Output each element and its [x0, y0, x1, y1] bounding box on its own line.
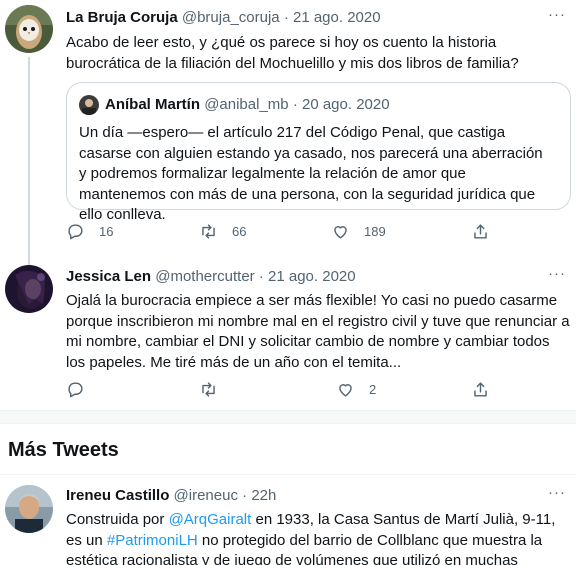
separator-dot: · [242, 487, 248, 504]
separator-dot: · [258, 268, 264, 285]
tweet-text: Acabo de leer esto, y ¿qué os parece si … [66, 34, 519, 72]
tweet[interactable]: Jessica Len @mothercutter · 21 ago. 2020… [0, 258, 576, 410]
reply-button[interactable] [66, 380, 99, 399]
more-options-icon[interactable]: ··· [548, 484, 566, 501]
thread-line [28, 57, 30, 267]
separator-dot: · [292, 96, 298, 113]
tweet-date[interactable]: 22h [251, 487, 276, 504]
reply-button[interactable]: 16 [66, 222, 113, 241]
like-button[interactable]: 189 [331, 222, 386, 241]
share-button[interactable] [471, 222, 490, 241]
author-name[interactable]: Ireneu Castillo [66, 487, 169, 504]
heart-icon [334, 226, 347, 239]
reply-icon [68, 382, 83, 398]
tweet-text: Ojalá la burocracia empiece a ser más fl… [66, 292, 570, 371]
share-button[interactable] [471, 380, 490, 399]
quoted-text: Un día —espero— el artículo 217 del Códi… [79, 124, 543, 223]
tweet-header: Jessica Len @mothercutter · 21 ago. 2020 [66, 267, 356, 287]
like-button[interactable]: 2 [336, 380, 376, 399]
tweet[interactable]: La Bruja Coruja @bruja_coruja · 21 ago. … [0, 0, 576, 267]
more-options-icon[interactable]: ··· [548, 6, 566, 23]
author-name[interactable]: Jessica Len [66, 268, 151, 285]
retweet-icon [202, 224, 215, 239]
retweet-button[interactable]: 66 [199, 222, 246, 241]
quoted-author-name: Aníbal Martín [105, 96, 201, 113]
tweet-actions: 16 66 189 [66, 222, 506, 244]
retweet-icon [202, 382, 215, 397]
share-icon [474, 224, 487, 239]
text-segment: Construida por [66, 511, 169, 528]
tweet-header: Ireneu Castillo @ireneuc · 22h [66, 486, 276, 506]
avatar[interactable] [5, 265, 53, 313]
mention-link[interactable]: @ArqGairalt [169, 511, 252, 528]
more-tweets-heading: Más Tweets [8, 439, 119, 461]
retweet-button[interactable] [199, 380, 232, 399]
quoted-avatar [79, 95, 99, 115]
reply-count: 16 [99, 224, 114, 239]
author-name[interactable]: La Bruja Coruja [66, 9, 178, 26]
more-options-icon[interactable]: ··· [548, 265, 566, 282]
heart-icon [339, 384, 352, 397]
tweet-header: La Bruja Coruja @bruja_coruja · 21 ago. … [66, 8, 381, 28]
quoted-header: Aníbal Martín @anibal_mb · 20 ago. 2020 [105, 95, 390, 115]
retweet-count: 66 [232, 224, 247, 239]
tweet-date[interactable]: 21 ago. 2020 [293, 9, 381, 26]
quoted-date: 20 ago. 2020 [301, 96, 390, 113]
tweet-date[interactable]: 21 ago. 2020 [268, 268, 356, 285]
reply-icon [68, 224, 83, 240]
quoted-author-handle: @anibal_mb [204, 96, 289, 113]
author-handle[interactable]: @bruja_coruja [182, 9, 280, 26]
like-count: 189 [364, 224, 386, 239]
quoted-tweet[interactable]: Aníbal Martín @anibal_mb · 20 ago. 2020 … [66, 82, 571, 223]
author-handle[interactable]: @ireneuc [174, 487, 238, 504]
share-icon [474, 382, 487, 397]
tweet[interactable]: Ireneu Castillo @ireneuc · 22h ··· Const… [0, 475, 576, 565]
author-handle[interactable]: @mothercutter [155, 268, 254, 285]
section-separator [0, 410, 576, 424]
avatar[interactable] [5, 485, 53, 533]
avatar[interactable] [5, 5, 53, 53]
hashtag-link[interactable]: #PatrimoniLH [107, 532, 198, 549]
like-count: 2 [369, 382, 377, 397]
tweet-text: Construida por @ArqGairalt en 1933, la C… [66, 510, 571, 565]
tweet-actions: 2 [66, 380, 506, 402]
separator-dot: · [283, 9, 289, 26]
